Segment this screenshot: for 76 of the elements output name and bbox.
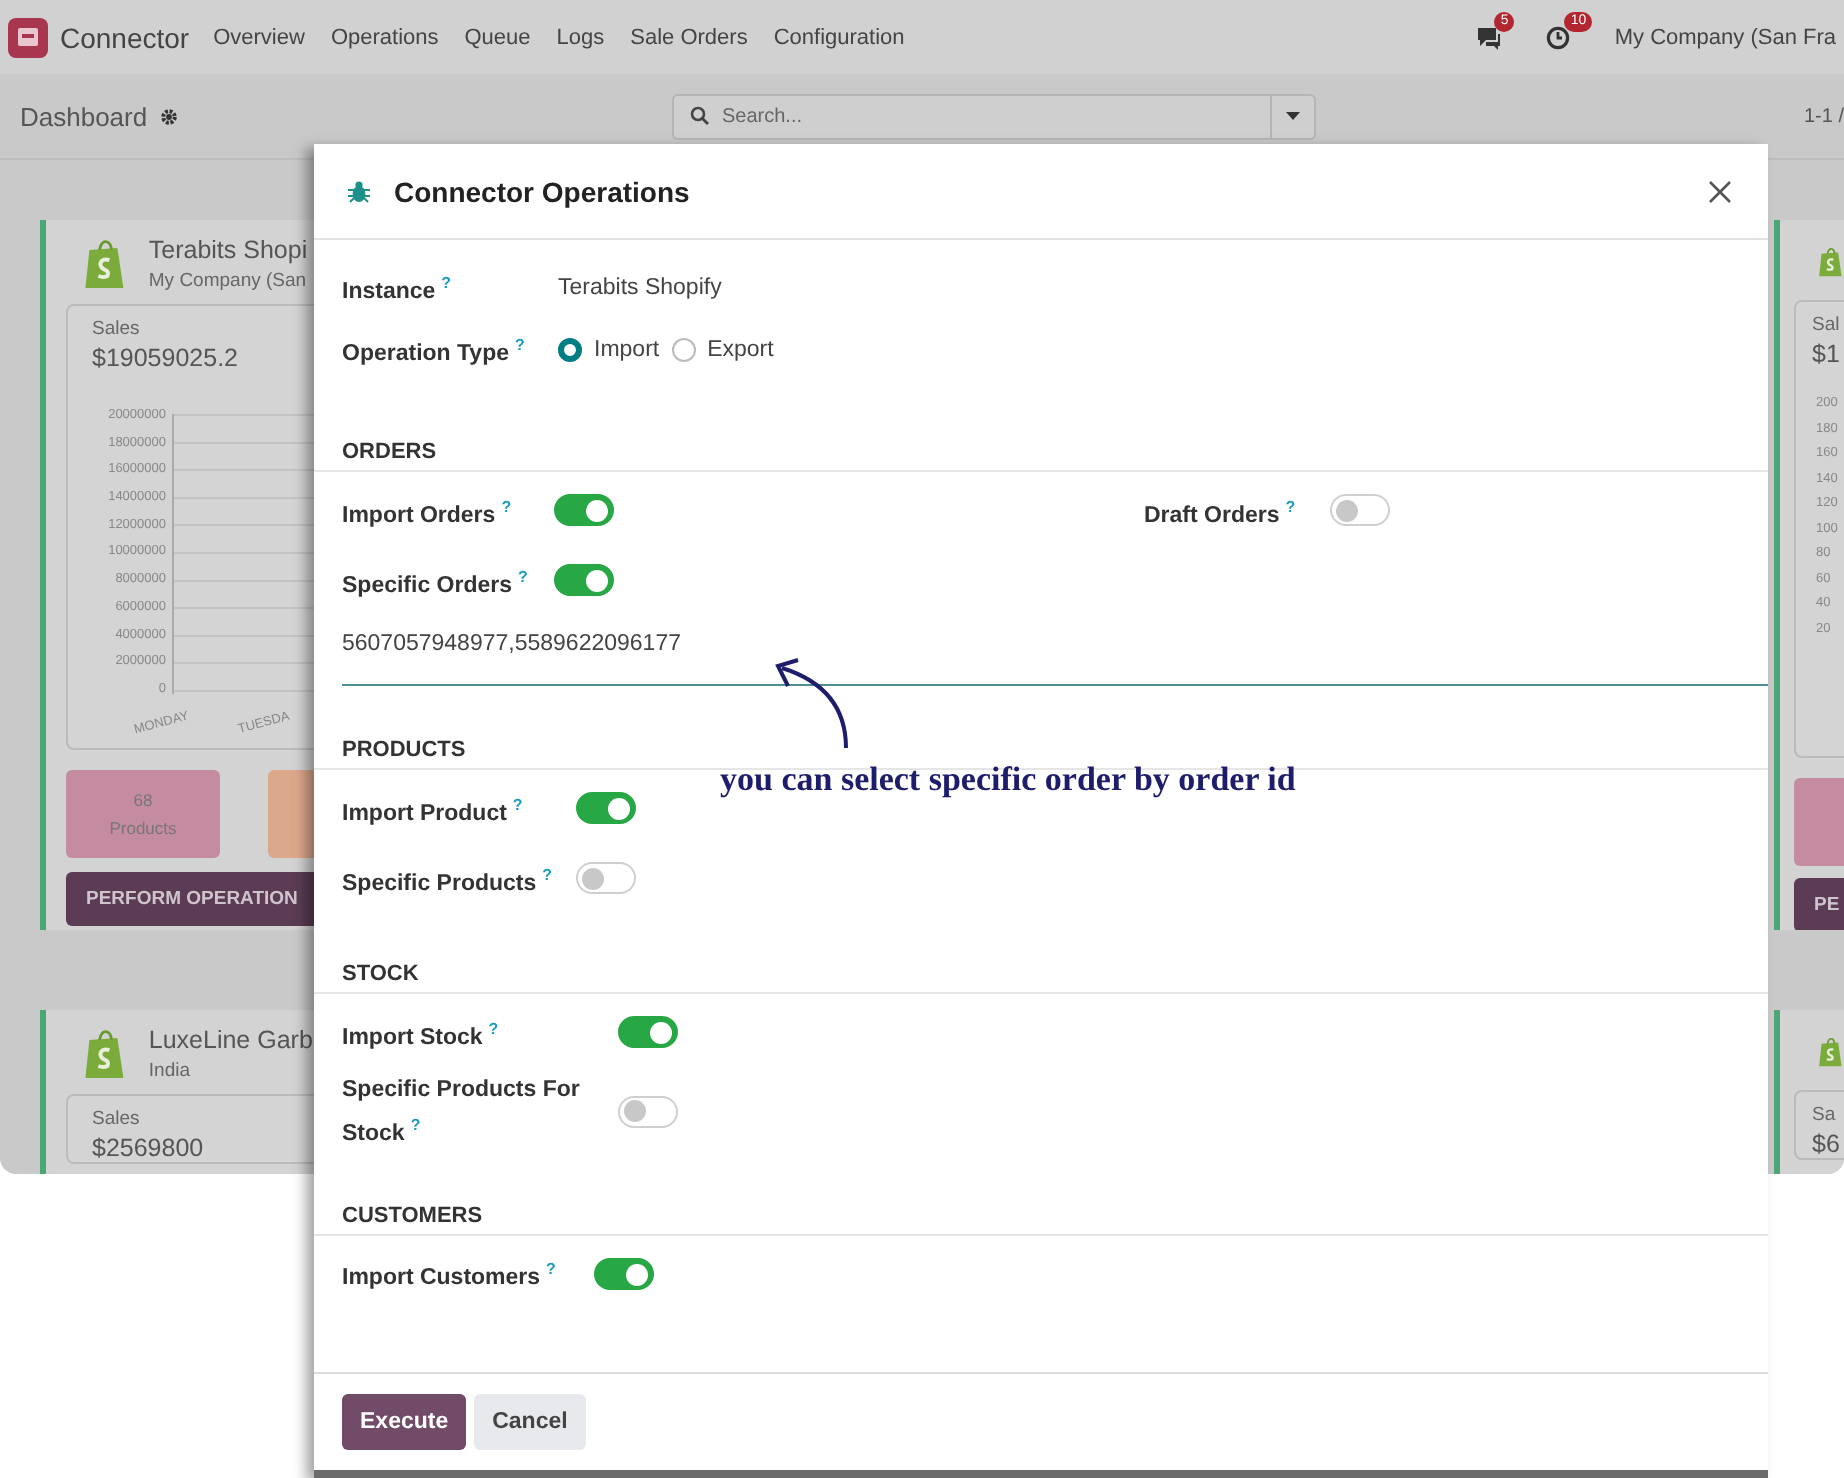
- shopping-bag-icon: [82, 238, 129, 290]
- search-options-toggle[interactable]: [1272, 93, 1316, 139]
- execute-button[interactable]: Execute: [342, 1394, 467, 1450]
- toggle-switch[interactable]: [576, 862, 636, 895]
- store-name: LuxeLine Garb: [148, 1026, 313, 1054]
- sales-value: $6: [1812, 1130, 1842, 1158]
- clock-icon[interactable]: [1546, 25, 1571, 49]
- bug-icon: [348, 179, 370, 203]
- toggle-knob: [626, 1263, 648, 1286]
- input-field[interactable]: 5607057948977,5589622096177: [342, 624, 1768, 686]
- field-label: Import Stock $^{?}$: [342, 1017, 501, 1053]
- field-label: Import Orders $^{?}$: [342, 495, 514, 531]
- chat-icon[interactable]: [1476, 25, 1503, 49]
- store-company: India: [148, 1060, 192, 1082]
- field-label: Draft Orders $^{?}$: [1144, 495, 1298, 531]
- field-label: Operation Type $^{?}$: [342, 333, 527, 369]
- toggle-switch[interactable]: [618, 1016, 678, 1049]
- toggle-switch[interactable]: [618, 1095, 678, 1128]
- shopping-bag-icon: [82, 1028, 129, 1080]
- field-label: Specific Orders $^{?}$: [342, 565, 530, 601]
- section-heading: CUSTOMERS: [314, 1203, 1768, 1236]
- field-label: Specific Products $^{?}$: [342, 863, 555, 899]
- dialog-title: Connector Operations: [394, 175, 690, 207]
- sales-label: Sal: [1812, 314, 1842, 336]
- app-name[interactable]: Connector: [60, 21, 190, 53]
- toggle-switch[interactable]: [1330, 494, 1390, 527]
- toggle-switch[interactable]: [554, 564, 614, 597]
- menu-item[interactable]: Logs: [556, 25, 605, 49]
- menu-item[interactable]: Queue: [464, 25, 531, 49]
- sales-value: $2569800: [92, 1134, 206, 1162]
- menu-item[interactable]: Sale Orders: [630, 25, 748, 49]
- sales-label: Sa: [1812, 1104, 1838, 1126]
- sales-value: $1: [1812, 340, 1842, 368]
- perform-operation-button[interactable]: PERFORM OPERATION: [66, 872, 314, 926]
- field-label: Instance $^{?}$: [342, 271, 454, 307]
- store-name: Terabits Shopi: [148, 236, 308, 264]
- toggle-knob: [624, 1100, 646, 1123]
- app-logo-icon[interactable]: [8, 17, 48, 57]
- close-button[interactable]: [1704, 175, 1736, 207]
- search-field[interactable]: Search...: [672, 93, 1272, 139]
- menu-item[interactable]: Configuration: [773, 25, 905, 49]
- settings-icon[interactable]: [159, 107, 178, 125]
- toggle-knob: [586, 569, 608, 592]
- pager-text: 1-1 /: [1803, 105, 1844, 127]
- cancel-button[interactable]: Cancel: [474, 1394, 586, 1450]
- radio-option[interactable]: Import: [558, 337, 660, 361]
- field-label: Import Customers $^{?}$: [342, 1258, 558, 1295]
- section-heading: STOCK: [314, 962, 1768, 994]
- toggle-knob: [586, 499, 608, 522]
- company-switcher[interactable]: My Company (San Fra: [1614, 25, 1836, 49]
- section-heading: ORDERS: [314, 440, 1768, 472]
- radio-option[interactable]: Export: [671, 337, 774, 361]
- toggle-switch[interactable]: [594, 1258, 654, 1291]
- toggle-switch[interactable]: [554, 494, 614, 527]
- search-icon: [690, 106, 710, 126]
- curved-arrow: [770, 656, 854, 752]
- breadcrumb-title: Dashboard: [20, 101, 148, 131]
- field-label: Specific Products For Stock $^{?}$: [342, 1076, 582, 1150]
- stat-value: 68: [133, 790, 153, 810]
- close-icon: [1708, 179, 1732, 203]
- store-company: My Company (San: [148, 270, 308, 292]
- stat-label: Products: [109, 818, 177, 838]
- menu-item[interactable]: Overview: [213, 25, 305, 49]
- sales-label: Sales: [92, 318, 142, 340]
- toggle-knob: [608, 797, 630, 820]
- sales-label: Sales: [92, 1108, 142, 1130]
- perform-operation-button[interactable]: PE: [1794, 878, 1844, 930]
- toggle-knob: [650, 1021, 672, 1044]
- caret-icon: [1286, 112, 1300, 120]
- field-label: Import Product $^{?}$: [342, 793, 525, 829]
- toggle-knob: [1336, 499, 1358, 522]
- toggle-knob: [582, 867, 604, 890]
- toggle-switch[interactable]: [576, 792, 636, 825]
- menu-item[interactable]: Operations: [330, 25, 439, 49]
- sales-value: $19059025.2: [92, 344, 240, 372]
- field-value: Terabits Shopify: [558, 275, 724, 299]
